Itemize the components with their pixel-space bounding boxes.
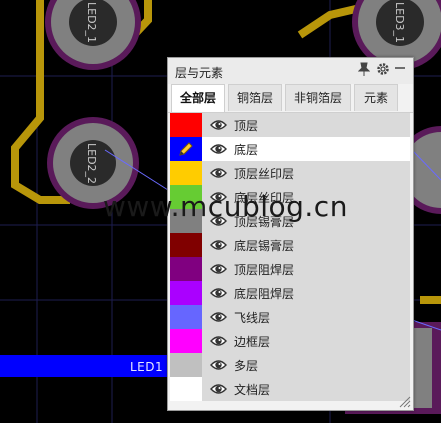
layer-name: 顶层: [234, 119, 259, 133]
layer-list: 顶层 底层 顶层丝印层 底层丝印层 顶层锡膏层 底层锡膏层 顶层阻焊层 底层阻焊层 飞线层 边框层…: [170, 113, 410, 401]
layer-color-swatch[interactable]: [170, 281, 202, 305]
layer-color-swatch[interactable]: [170, 161, 202, 185]
tab-all-layers[interactable]: 全部层: [171, 84, 225, 112]
layer-name: 顶层阻焊层: [234, 263, 295, 277]
eye-icon[interactable]: [210, 286, 227, 300]
eye-icon[interactable]: [210, 142, 227, 156]
panel-titlebar[interactable]: 层与元素: [168, 58, 413, 84]
layers-panel: 层与元素 全部层 铜箔层 非铜箔层 元素 顶层 底层 顶层丝印层 底层丝印层 顶层锡膏层…: [167, 57, 414, 411]
minimize-icon[interactable]: [394, 62, 406, 77]
tab-elements[interactable]: 元素: [354, 84, 398, 111]
layer-name: 底层锡膏层: [234, 239, 295, 253]
tab-copper-layers[interactable]: 铜箔层: [228, 84, 282, 111]
layer-name: 文档层: [234, 383, 271, 397]
layer-color-swatch[interactable]: [170, 257, 202, 281]
layer-row[interactable]: 飞线层: [170, 305, 410, 329]
pencil-icon: [179, 142, 193, 156]
layer-row[interactable]: 顶层丝印层: [170, 161, 410, 185]
eye-icon[interactable]: [210, 118, 227, 132]
layer-name: 多层: [234, 359, 259, 373]
layer-row[interactable]: 顶层: [170, 113, 410, 137]
net-label: LED1: [130, 360, 164, 374]
panel-title: 层与元素: [175, 66, 224, 80]
eye-icon[interactable]: [210, 166, 227, 180]
layer-color-swatch[interactable]: [170, 377, 202, 401]
layer-name: 飞线层: [234, 311, 271, 325]
layer-name: 顶层丝印层: [234, 167, 295, 181]
layer-row[interactable]: 文档层: [170, 377, 410, 401]
layer-row[interactable]: 底层: [170, 137, 410, 161]
layer-color-swatch[interactable]: [170, 233, 202, 257]
layer-row[interactable]: 底层锡膏层: [170, 233, 410, 257]
layer-name: 底层: [234, 143, 259, 157]
layer-color-swatch[interactable]: [170, 137, 202, 161]
eye-icon[interactable]: [210, 310, 227, 324]
pad-label-led2-1: LED2_1: [85, 2, 98, 43]
layer-row[interactable]: 边框层: [170, 329, 410, 353]
eye-icon[interactable]: [210, 334, 227, 348]
gear-icon[interactable]: [376, 62, 390, 79]
layer-name: 边框层: [234, 335, 271, 349]
layer-color-swatch[interactable]: [170, 305, 202, 329]
layer-name: 底层阻焊层: [234, 287, 295, 301]
tab-non-copper-layers[interactable]: 非铜箔层: [285, 84, 351, 111]
layer-row[interactable]: 底层阻焊层: [170, 281, 410, 305]
pad-label-led3-1: LED3_1: [393, 2, 406, 43]
layer-row[interactable]: 顶层阻焊层: [170, 257, 410, 281]
layer-color-swatch[interactable]: [170, 353, 202, 377]
pad-label-led2-2: LED2_2: [85, 143, 98, 184]
layer-color-swatch[interactable]: [170, 329, 202, 353]
layer-tabs: 全部层 铜箔层 非铜箔层 元素: [168, 84, 413, 113]
eye-icon[interactable]: [210, 382, 227, 396]
layer-color-swatch[interactable]: [170, 113, 202, 137]
pin-icon[interactable]: [357, 62, 371, 79]
eye-icon[interactable]: [210, 358, 227, 372]
eye-icon[interactable]: [210, 238, 227, 252]
eye-icon[interactable]: [210, 262, 227, 276]
watermark: www.mcublog.cn: [103, 190, 348, 223]
resize-grip-icon[interactable]: [399, 396, 411, 408]
layer-row[interactable]: 多层: [170, 353, 410, 377]
